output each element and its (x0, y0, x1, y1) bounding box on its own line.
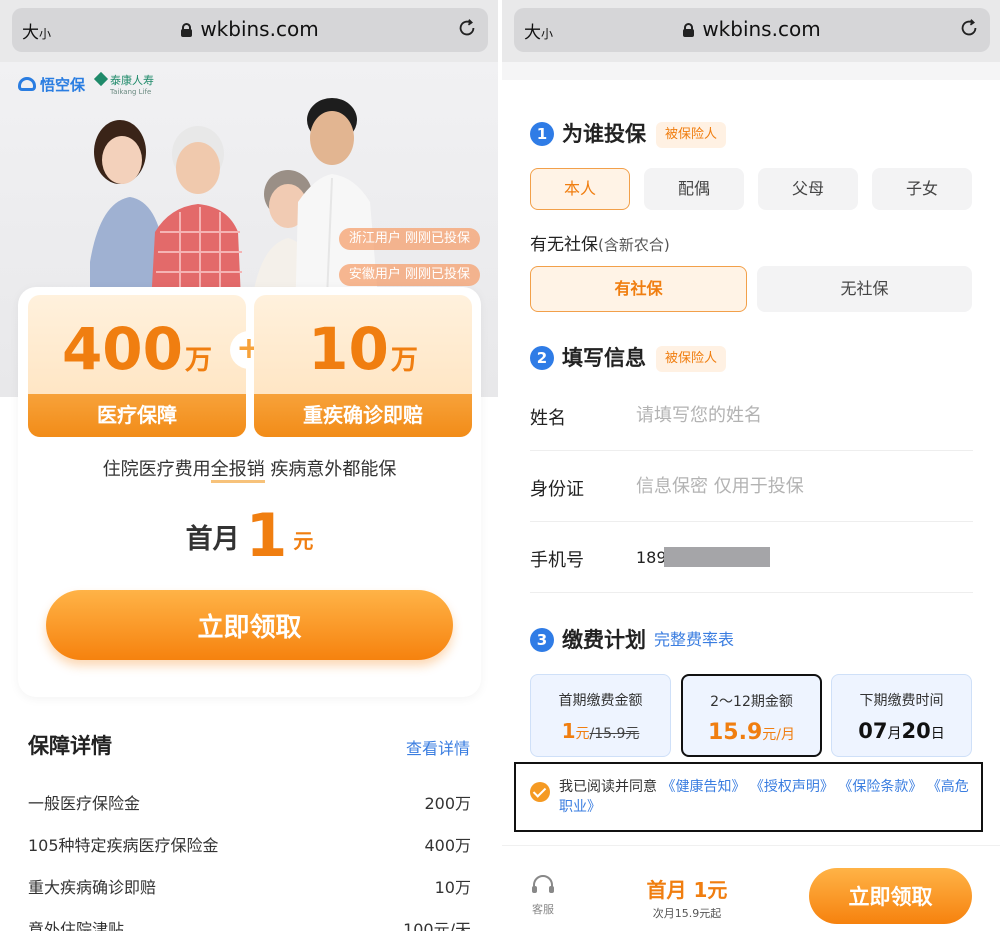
coverage-amount: 10万 (308, 315, 418, 383)
no-social-insurance-option[interactable]: 无社保 (757, 266, 972, 312)
coverage-label: 重疾确诊即赔 (254, 394, 472, 437)
name-input[interactable] (636, 398, 956, 432)
address-bar[interactable]: 大小 wkbins.com (12, 8, 488, 52)
phone-input[interactable]: 189 (636, 548, 667, 567)
id-label: 身份证 (530, 479, 584, 500)
coverage-amount: 400万 (61, 315, 213, 383)
health-notice-link[interactable]: 《健康告知》 (661, 779, 745, 795)
tagline: 住院医疗费用全报销 疾病意外都能保 (18, 455, 481, 483)
name-field: 姓名 (530, 380, 973, 451)
who-option-children[interactable]: 子女 (872, 168, 972, 210)
insured-tag: 被保险人 (656, 346, 727, 372)
step-number: 3 (530, 628, 554, 652)
address-bar[interactable]: 大小 wkbins.com (514, 8, 990, 52)
promo-card: 400万 医疗保障 + 10万 重疾确诊即赔 住院医疗费用全报销 疾病意外都能保… (18, 287, 481, 697)
recent-purchase-toast: 浙江用户 刚刚已投保 (338, 228, 480, 250)
url-text: wkbins.com (514, 17, 990, 41)
claim-now-button[interactable]: 立即领取 (46, 590, 453, 660)
critical-illness-box: 10万 重疾确诊即赔 (254, 295, 472, 437)
headset-icon (532, 875, 554, 893)
first-month-price: 首月 1 元 (185, 501, 314, 571)
has-social-insurance-option[interactable]: 有社保 (530, 266, 747, 312)
authorization-link[interactable]: 《授权声明》 (750, 779, 834, 795)
bottom-action-bar: 客服 首月 1元 次月15.9元起 立即领取 (502, 845, 1000, 931)
coverage-row: 意外住院津贴 100元/天 (28, 920, 471, 931)
browser-bar: 大小 wkbins.com (502, 0, 1000, 62)
who-option-spouse[interactable]: 配偶 (644, 168, 744, 210)
section-payment-title: 3 缴费计划 完整费率表 (530, 624, 734, 654)
phone-field: 手机号 189 (530, 522, 973, 593)
social-insurance-label: 有无社保(含新农合) (530, 235, 670, 255)
rate-table-link[interactable]: 完整费率表 (654, 630, 734, 649)
policy-terms-link[interactable]: 《保险条款》 (838, 779, 922, 795)
step-number: 1 (530, 122, 554, 146)
recent-purchase-toast: 安徽用户 刚刚已投保 (338, 264, 480, 286)
customer-service-button[interactable]: 客服 (528, 874, 558, 917)
first-payment-box: 首期缴费金额 1元/15.9元 (530, 674, 671, 757)
claim-now-button[interactable]: 立即领取 (809, 868, 972, 924)
who-option-self[interactable]: 本人 (530, 168, 630, 210)
left-screen: 大小 wkbins.com 悟空保 泰康人寿 Taikang Life 浙江用户… (0, 0, 498, 931)
top-strip (502, 62, 1000, 80)
id-field: 身份证 (530, 451, 973, 522)
section-info-title: 2 填写信息 被保险人 (530, 342, 727, 372)
coverage-label: 医疗保障 (28, 394, 246, 437)
who-option-parents[interactable]: 父母 (758, 168, 858, 210)
lock-icon (683, 23, 695, 37)
lock-icon (181, 23, 193, 37)
next-payment-date-box: 下期缴费时间 07月20日 (831, 674, 972, 757)
section-who-title: 1 为谁投保 被保险人 (530, 118, 727, 148)
agreement-row: 我已阅读并同意 《健康告知》 《授权声明》 《保险条款》 《高危职业》 (514, 762, 983, 832)
phone-label: 手机号 (530, 550, 584, 571)
agree-checkbox[interactable] (530, 782, 550, 802)
wukong-logo-icon (18, 77, 36, 91)
coverage-row: 一般医疗保险金 200万 (28, 794, 471, 813)
phone-redaction (664, 547, 770, 567)
step-number: 2 (530, 346, 554, 370)
right-screen: 大小 wkbins.com 1 为谁投保 被保险人 本人 配偶 父母 子女 有无社保… (502, 0, 1000, 931)
agreement-text: 我已阅读并同意 《健康告知》 《授权声明》 《保险条款》 《高危职业》 (559, 779, 969, 815)
coverage-details-title: 保障详情 (28, 734, 112, 758)
browser-bar: 大小 wkbins.com (0, 0, 498, 62)
name-label: 姓名 (530, 408, 566, 429)
coverage-row: 重大疾病确诊即赔 10万 (28, 878, 471, 897)
bottom-price: 首月 1元 次月15.9元起 (646, 878, 728, 920)
url-text: wkbins.com (12, 17, 488, 41)
id-input[interactable] (636, 469, 956, 503)
monthly-payment-box: 2～12期金额 15.9元/月 (681, 674, 822, 757)
insured-tag: 被保险人 (656, 122, 727, 148)
medical-coverage-box: 400万 医疗保障 (28, 295, 246, 437)
coverage-row: 105种特定疾病医疗保险金 400万 (28, 836, 471, 855)
view-details-link[interactable]: 查看详情 (406, 735, 470, 759)
reload-icon[interactable] (958, 17, 980, 39)
reload-icon[interactable] (456, 17, 478, 39)
